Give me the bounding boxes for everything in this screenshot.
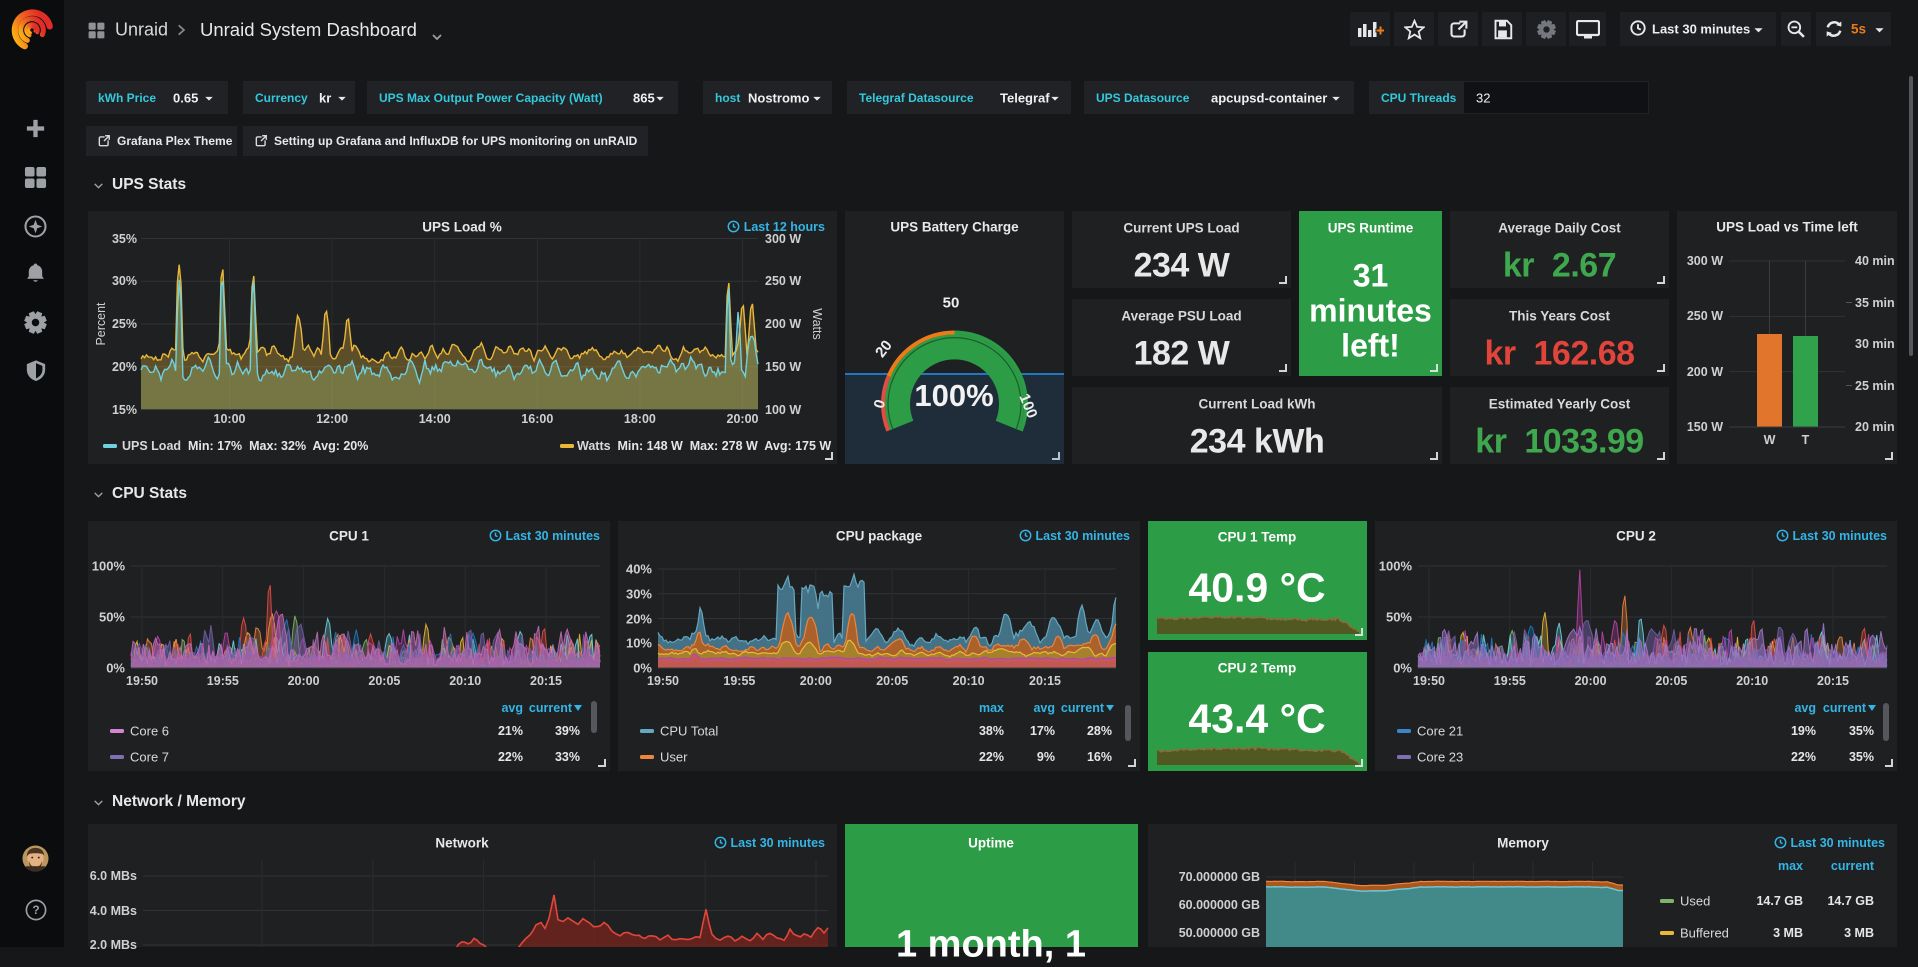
svg-text:?: ?	[32, 903, 39, 917]
